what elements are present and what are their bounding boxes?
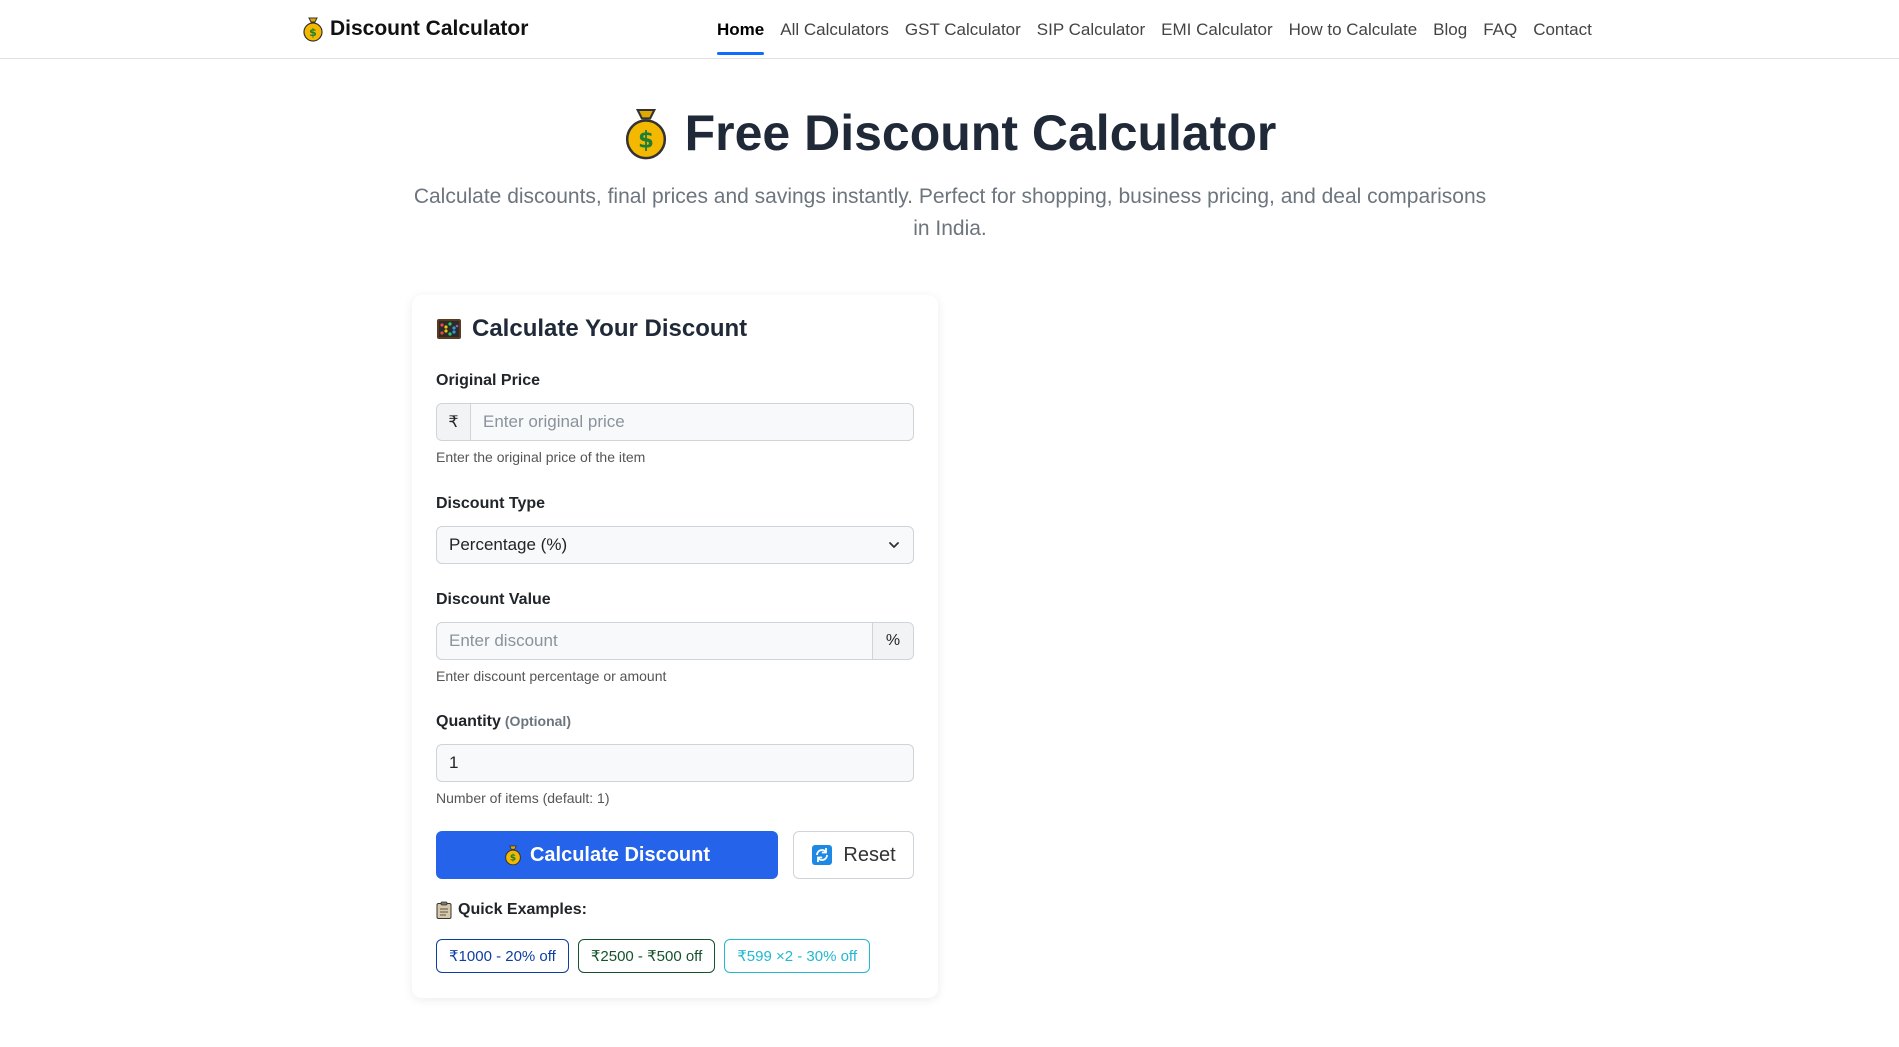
nav-emi-calculator[interactable]: EMI Calculator bbox=[1153, 0, 1280, 59]
discount-type-selected: Percentage (%) bbox=[449, 535, 568, 554]
original-price-group: ₹ bbox=[436, 403, 914, 441]
discount-value-input[interactable] bbox=[437, 623, 872, 659]
nav-blog[interactable]: Blog bbox=[1425, 0, 1475, 59]
reset-button[interactable]: Reset bbox=[793, 831, 914, 879]
quick-examples-title: Quick Examples: bbox=[436, 901, 587, 919]
page-subtitle: Calculate discounts, final prices and sa… bbox=[413, 185, 1487, 240]
nav-all-calculators[interactable]: All Calculators bbox=[772, 0, 897, 59]
quantity-optional-tag: (Optional) bbox=[504, 713, 571, 729]
quick-examples-label: Quick Examples: bbox=[458, 901, 587, 918]
main-nav: Home All Calculators GST Calculator SIP … bbox=[709, 0, 1600, 59]
money-bag-icon: $ bbox=[303, 17, 323, 42]
chevron-down-icon bbox=[889, 542, 899, 548]
quick-example-1[interactable]: ₹1000 - 20% off bbox=[436, 939, 569, 973]
brand-link[interactable]: $ Discount Calculator bbox=[302, 14, 528, 44]
svg-text:$: $ bbox=[638, 128, 654, 154]
nav-gst-calculator[interactable]: GST Calculator bbox=[897, 0, 1029, 59]
original-price-input[interactable] bbox=[471, 404, 913, 440]
money-bag-icon: $ bbox=[505, 845, 521, 866]
reset-label: Reset bbox=[843, 843, 896, 866]
discount-value-label: Discount Value bbox=[436, 591, 551, 608]
calculate-discount-label: Calculate Discount bbox=[529, 843, 711, 866]
quick-example-2[interactable]: ₹2500 - ₹500 off bbox=[577, 939, 716, 973]
discount-value-group: % bbox=[436, 622, 914, 660]
discount-type-select[interactable]: Percentage (%) bbox=[436, 526, 914, 564]
svg-text:$: $ bbox=[309, 26, 317, 39]
quick-examples-list: ₹1000 - 20% off ₹2500 - ₹500 off ₹599 ×2… bbox=[436, 939, 870, 973]
rupee-prefix: ₹ bbox=[437, 404, 471, 440]
page-title-text: Free Discount Calculator bbox=[684, 105, 1277, 161]
money-bag-icon: $ bbox=[625, 108, 666, 160]
calculate-discount-button[interactable]: $ Calculate Discount bbox=[436, 831, 778, 879]
quick-example-3[interactable]: ₹599 ×2 - 30% off bbox=[724, 939, 870, 973]
clipboard-icon bbox=[436, 901, 452, 919]
svg-text:$: $ bbox=[510, 854, 516, 864]
percent-suffix: % bbox=[872, 623, 913, 659]
card-title: Calculate Your Discount bbox=[436, 315, 747, 343]
quantity-hint: Number of items (default: 1) bbox=[436, 790, 610, 806]
quantity-label-text: Quantity bbox=[436, 713, 501, 730]
navbar: $ Discount Calculator Home All Calculato… bbox=[0, 0, 1899, 59]
quantity-group bbox=[436, 744, 914, 782]
original-price-hint: Enter the original price of the item bbox=[436, 449, 646, 465]
nav-sip-calculator[interactable]: SIP Calculator bbox=[1029, 0, 1153, 59]
card-title-text: Calculate Your Discount bbox=[472, 315, 748, 342]
calculator-card: Calculate Your Discount Original Price ₹… bbox=[412, 295, 938, 998]
discount-value-hint: Enter discount percentage or amount bbox=[436, 668, 667, 684]
nav-faq[interactable]: FAQ bbox=[1475, 0, 1525, 59]
page-title: $ Free Discount Calculator bbox=[0, 104, 1899, 162]
quantity-label: Quantity (Optional) bbox=[436, 713, 571, 731]
abacus-icon bbox=[437, 319, 461, 339]
discount-type-label: Discount Type bbox=[436, 495, 546, 512]
quantity-input[interactable] bbox=[437, 745, 913, 781]
nav-home[interactable]: Home bbox=[709, 0, 772, 59]
refresh-icon bbox=[812, 845, 833, 865]
nav-how-to-calculate[interactable]: How to Calculate bbox=[1281, 0, 1426, 59]
nav-contact[interactable]: Contact bbox=[1525, 0, 1600, 59]
brand-name: Discount Calculator bbox=[330, 17, 529, 40]
original-price-label: Original Price bbox=[436, 372, 541, 389]
